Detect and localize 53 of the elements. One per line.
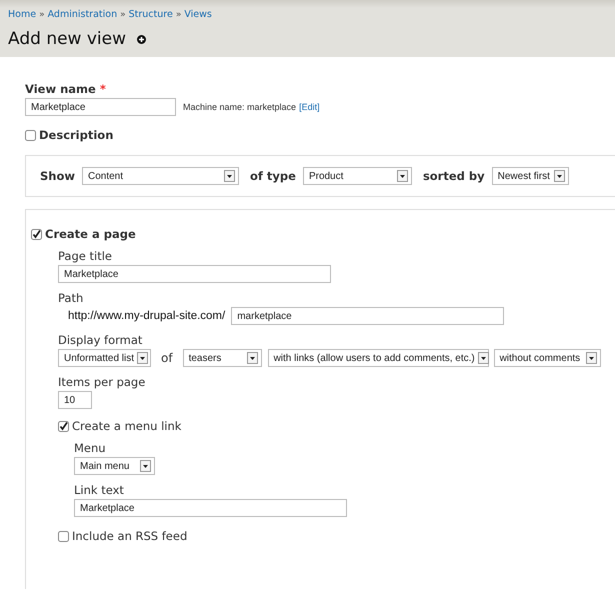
caret-icon	[137, 352, 148, 364]
field-label: Page title	[58, 249, 113, 263]
text-field[interactable]: Marketplace	[25, 98, 176, 116]
field-label: Items per page	[58, 375, 146, 389]
dropdown[interactable]: teasers	[182, 349, 262, 367]
checkbox[interactable]	[25, 130, 36, 140]
dropdown[interactable]: Unformatted list	[58, 349, 151, 367]
field-label: Display format	[58, 333, 144, 347]
dropdown[interactable]: Main menu	[74, 457, 155, 475]
url-prefix: http://www.my-drupal-site.com/	[68, 310, 226, 322]
dropdown[interactable]: Content	[82, 167, 239, 185]
machine-name: Machine name: marketplace	[183, 102, 296, 112]
breadcrumb-separator: »	[39, 10, 45, 20]
required-mark: *	[100, 82, 106, 96]
caret-icon	[224, 170, 235, 182]
breadcrumb-link[interactable]: Views	[184, 9, 212, 20]
checkbox-label: Create a page	[45, 227, 136, 241]
checkbox[interactable]	[58, 420, 69, 432]
breadcrumb-link[interactable]: Administration	[48, 9, 118, 20]
caret-icon	[478, 352, 489, 364]
breadcrumb-separator: »	[120, 10, 126, 20]
add-icon[interactable]	[137, 34, 146, 44]
field-label: of type	[250, 169, 296, 183]
text-field[interactable]: Marketplace	[74, 499, 347, 517]
text-field[interactable]: 10	[58, 391, 92, 409]
breadcrumb-link[interactable]: Home	[8, 9, 36, 20]
checkbox-label: Description	[39, 128, 114, 142]
field-label: of	[161, 351, 173, 365]
checkbox-label: Include an RSS feed	[72, 529, 188, 543]
dropdown[interactable]: with links (allow users to add comments, etc.)	[268, 349, 489, 367]
caret-icon	[246, 352, 258, 364]
field-label: Show	[40, 169, 75, 183]
text-field[interactable]: marketplace	[231, 307, 504, 325]
field-label: sorted by	[422, 169, 485, 183]
caret-icon	[586, 352, 597, 364]
breadcrumb-separator: »	[176, 10, 182, 20]
caret-icon	[554, 170, 565, 182]
field-label: Path	[58, 291, 84, 305]
checkbox-label: Create a menu link	[72, 419, 182, 433]
caret-icon	[140, 460, 151, 472]
dropdown[interactable]: Product	[302, 167, 412, 185]
dropdown[interactable]: without comments	[494, 349, 601, 367]
field-label: View name	[25, 82, 96, 96]
caret-icon	[396, 170, 408, 182]
text-field[interactable]: Marketplace	[58, 265, 331, 283]
field-label: Menu	[74, 441, 107, 455]
breadcrumb-link[interactable]: Structure	[128, 9, 173, 20]
edit-link[interactable]: [Edit]	[299, 102, 320, 112]
field-label: Link text	[74, 483, 125, 497]
dropdown[interactable]: Newest first	[492, 167, 569, 185]
checkbox[interactable]	[31, 228, 42, 240]
checkbox[interactable]	[58, 530, 69, 542]
page-title: Add new view	[8, 29, 126, 49]
